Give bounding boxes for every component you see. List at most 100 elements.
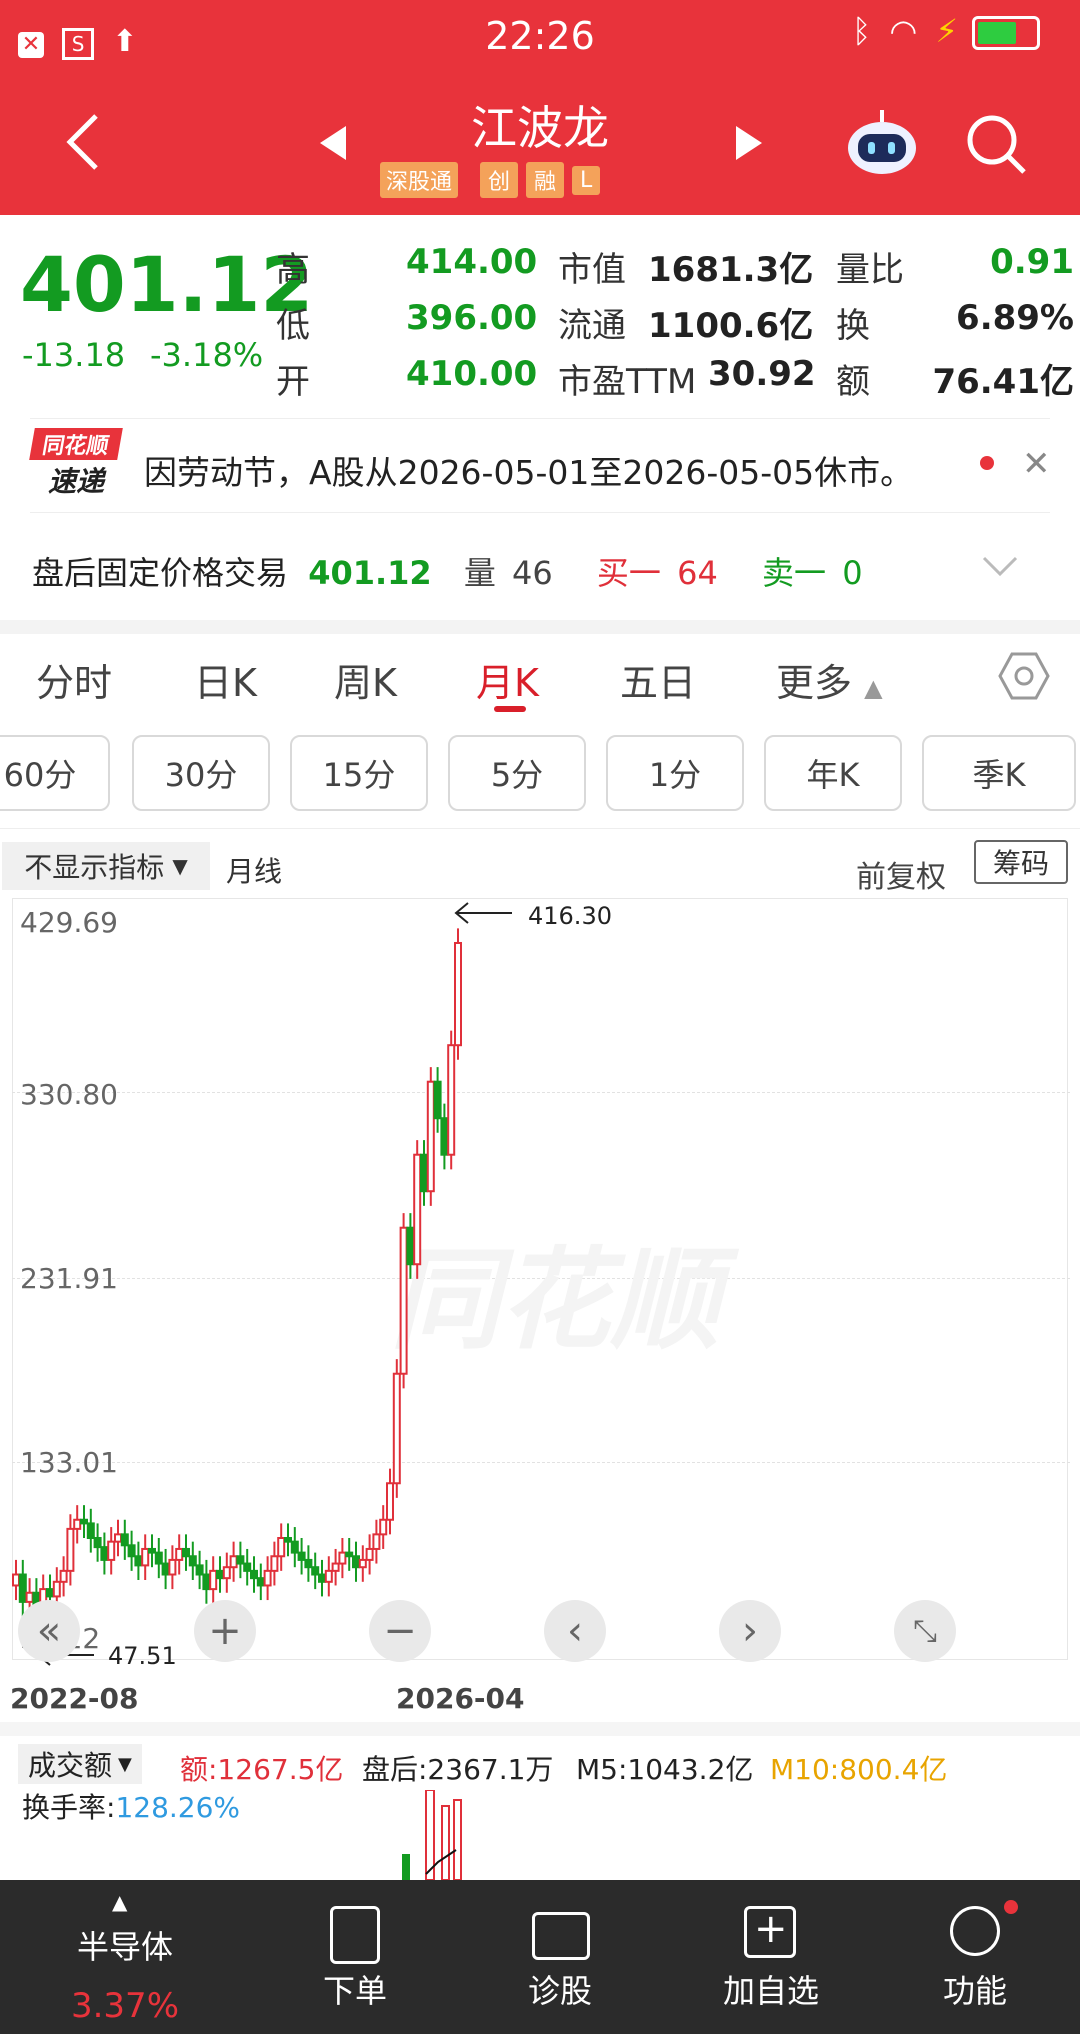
search-icon[interactable] [964, 112, 1028, 176]
candle-body [290, 1540, 299, 1554]
candle-body [127, 1544, 136, 1558]
period-30min[interactable]: 30分 [132, 735, 270, 811]
current-price: 401.12 [20, 240, 314, 329]
candle-body [297, 1551, 306, 1561]
zoom-out-button[interactable]: − [369, 1600, 431, 1662]
nav-diagnose[interactable]: 诊股 [500, 1966, 620, 2012]
after-hours-row[interactable]: 盘后固定价格交易 401.12 量 46 买一 64 卖一 0 [32, 548, 863, 594]
candle-body [154, 1551, 163, 1565]
tab-more[interactable]: 更多 ▲ [776, 652, 883, 707]
x-label-end: 2026-04 [396, 1682, 525, 1715]
amount-value: 76.41亿 [932, 362, 1074, 402]
candle-body [73, 1518, 82, 1530]
period-5min[interactable]: 5分 [448, 735, 586, 811]
candle-body [52, 1580, 61, 1598]
candle-body [250, 1569, 258, 1580]
low-label: 低 [276, 306, 310, 346]
candle-body [141, 1547, 150, 1567]
candle-body [12, 1573, 20, 1587]
candle-body [433, 1080, 442, 1120]
adjust-mode[interactable]: 前复权 [856, 852, 946, 896]
chevron-down-icon[interactable] [982, 556, 1018, 578]
active-tab-indicator [494, 706, 526, 712]
sector-name[interactable]: 半导体 [50, 1922, 200, 1968]
turnover-label: 换 [836, 306, 870, 346]
scroll-right-button[interactable]: › [719, 1600, 781, 1662]
buy1-value: 64 [677, 554, 718, 592]
buy1-label: 买一 [596, 554, 661, 592]
period-15min[interactable]: 15分 [290, 735, 428, 811]
period-quarterly-k[interactable]: 季K [922, 735, 1076, 811]
chips-button[interactable]: 筹码 [974, 840, 1068, 884]
tab-monthly-k[interactable]: 月K [476, 652, 539, 707]
pe-label: 市盈TTM [558, 362, 697, 402]
candle-body [80, 1518, 88, 1525]
candle-body [107, 1540, 116, 1561]
price-change-pct: -3.18% [150, 336, 264, 374]
line-type-label: 月线 [226, 855, 283, 888]
nav-order[interactable]: 下单 [300, 1966, 410, 2012]
price-change: -13.18 [22, 336, 126, 374]
tab-more-label: 更多 [776, 661, 853, 705]
ths-express-badge: 同花顺 速递 [29, 428, 123, 500]
candle-body [358, 1558, 367, 1569]
charging-icon: ⚡ [935, 12, 958, 50]
max-price-label: 416.30 [528, 902, 612, 930]
candle-body [277, 1537, 286, 1558]
status-icons-right: ᛒ ◠ ⚡ [852, 12, 1041, 50]
market-cap-label: 市值 [558, 250, 626, 290]
after-hours-vol: 46 [512, 554, 553, 592]
turnover-value: 6.89% [956, 298, 1074, 338]
scroll-left-button[interactable]: ‹ [544, 1600, 606, 1662]
volume-ratio-label: 量比 [836, 250, 904, 290]
volume-m10: M10:800.4亿 [770, 1753, 948, 1786]
candle-body [372, 1533, 381, 1550]
tag-l: L [572, 165, 601, 195]
stock-tags: 深股通 创 融 L [380, 162, 601, 198]
candle-body [114, 1533, 122, 1543]
tab-weekly-k[interactable]: 周K [334, 652, 397, 707]
candle-body [46, 1588, 54, 1598]
settings-hexagon-icon[interactable] [998, 650, 1050, 702]
order-icon [330, 1906, 380, 1964]
period-60min[interactable]: 60分 [0, 735, 110, 811]
period-1min[interactable]: 1分 [606, 735, 744, 811]
indicator-dropdown[interactable]: 不显示指标 ▼ [2, 842, 210, 890]
candle-body [331, 1562, 340, 1572]
candle-body [93, 1537, 102, 1549]
high-label: 高 [276, 250, 310, 290]
open-value: 410.00 [406, 354, 538, 394]
fullscreen-button[interactable]: ⤡ [894, 1600, 956, 1662]
robot-assistant-icon[interactable] [844, 108, 920, 178]
close-notice-icon[interactable]: ✕ [1022, 444, 1051, 484]
zoom-in-button[interactable]: + [194, 1600, 256, 1662]
divider [30, 512, 1050, 513]
nav-functions[interactable]: 功能 [920, 1966, 1030, 2012]
jump-start-button[interactable]: « [18, 1600, 80, 1662]
candle-body [426, 1080, 435, 1193]
period-yearly-k[interactable]: 年K [764, 735, 902, 811]
tag-rong: 融 [526, 162, 565, 198]
candle-body [216, 1569, 224, 1580]
candle-body [182, 1547, 190, 1558]
candle-body [263, 1569, 272, 1587]
candle-body [236, 1555, 245, 1565]
tab-intraday[interactable]: 分时 [36, 652, 112, 707]
notice-text[interactable]: 因劳动节，A股从2026-05-01至2026-05-05休市。 [144, 446, 913, 494]
tab-daily-k[interactable]: 日K [194, 652, 257, 707]
candle-body [188, 1555, 197, 1567]
candle-body [134, 1555, 143, 1567]
candle-body [311, 1566, 320, 1576]
candle-body [324, 1569, 333, 1583]
candle-body [386, 1482, 394, 1521]
sector-change: 3.37% [70, 1986, 179, 2026]
after-hours-vol-label: 量 [463, 554, 496, 592]
volume-indicator-dropdown[interactable]: 成交额 ▼ [18, 1744, 142, 1784]
nav-add-watchlist[interactable]: 加自选 [706, 1966, 836, 2012]
candle-body [222, 1566, 231, 1580]
pe-value: 30.92 [708, 354, 816, 394]
candle-body [454, 941, 462, 1047]
after-hours-label: 盘后固定价格交易 [32, 554, 289, 592]
tab-five-day[interactable]: 五日 [620, 652, 696, 707]
next-stock-icon[interactable] [734, 126, 762, 160]
